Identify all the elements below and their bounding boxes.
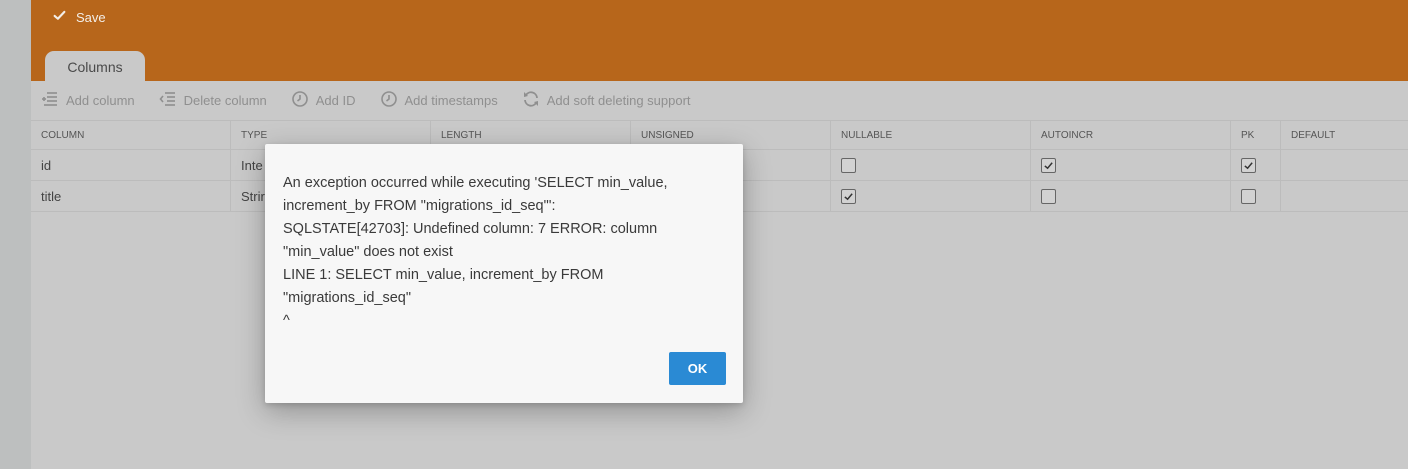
header-pk[interactable]: PK <box>1231 121 1281 149</box>
autoincr-cell <box>1031 181 1231 211</box>
pk-checkbox[interactable] <box>1241 157 1256 173</box>
refresh-icon <box>522 90 540 111</box>
check-icon <box>1044 161 1053 169</box>
add-column-icon <box>41 90 59 111</box>
add-id-label: Add ID <box>315 93 356 108</box>
error-line: LINE 1: SELECT min_value, increment_by F… <box>283 267 608 306</box>
error-dialog: An exception occurred while executing 'S… <box>265 144 743 403</box>
check-icon <box>844 192 853 200</box>
delete-column-icon <box>159 90 177 111</box>
nullable-cell <box>831 150 1031 180</box>
add-column-label: Add column <box>66 93 135 108</box>
clock-icon <box>291 90 309 111</box>
autoincr-checkbox[interactable] <box>1041 157 1056 173</box>
clock-icon <box>380 90 398 111</box>
save-label: Save <box>76 9 106 25</box>
ok-button[interactable]: OK <box>669 352 726 385</box>
header-autoincr[interactable]: AUTOINCR <box>1031 121 1231 149</box>
autoincr-cell <box>1031 150 1231 180</box>
error-line: ^ <box>283 313 290 329</box>
column-name-cell[interactable]: id <box>31 150 231 180</box>
add-column-button[interactable]: Add column <box>41 90 135 111</box>
default-cell[interactable] <box>1281 150 1408 180</box>
add-soft-deleting-button[interactable]: Add soft deleting support <box>522 90 691 111</box>
left-gutter <box>0 0 31 469</box>
header-column[interactable]: COLUMN <box>31 121 231 149</box>
pk-cell <box>1231 150 1281 180</box>
add-soft-deleting-label: Add soft deleting support <box>546 93 691 108</box>
column-name-cell[interactable]: title <box>31 181 231 211</box>
header-nullable[interactable]: NULLABLE <box>831 121 1031 149</box>
add-id-button[interactable]: Add ID <box>291 90 356 111</box>
delete-column-button[interactable]: Delete column <box>159 90 267 111</box>
add-timestamps-button[interactable]: Add timestamps <box>380 90 498 111</box>
pk-checkbox[interactable] <box>1241 188 1256 204</box>
autoincr-checkbox[interactable] <box>1041 188 1056 204</box>
check-icon <box>1244 161 1253 169</box>
add-timestamps-label: Add timestamps <box>404 93 498 108</box>
check-icon <box>53 9 66 25</box>
error-message: An exception occurred while executing 'S… <box>283 172 733 333</box>
header-default[interactable]: DEFAULT <box>1281 121 1408 149</box>
tab-columns[interactable]: Columns <box>45 51 145 82</box>
toolbar: Add column Delete column Add ID Add time… <box>31 81 1408 120</box>
nullable-checkbox[interactable] <box>841 157 856 173</box>
header-bar: Save Columns <box>31 0 1408 82</box>
default-cell[interactable] <box>1281 181 1408 211</box>
nullable-checkbox[interactable] <box>841 188 856 204</box>
delete-column-label: Delete column <box>183 93 267 108</box>
save-button[interactable]: Save <box>53 8 106 26</box>
nullable-cell <box>831 181 1031 211</box>
pk-cell <box>1231 181 1281 211</box>
error-line: SQLSTATE[42703]: Undefined column: 7 ERR… <box>283 221 662 260</box>
error-line: An exception occurred while executing 'S… <box>283 175 672 214</box>
